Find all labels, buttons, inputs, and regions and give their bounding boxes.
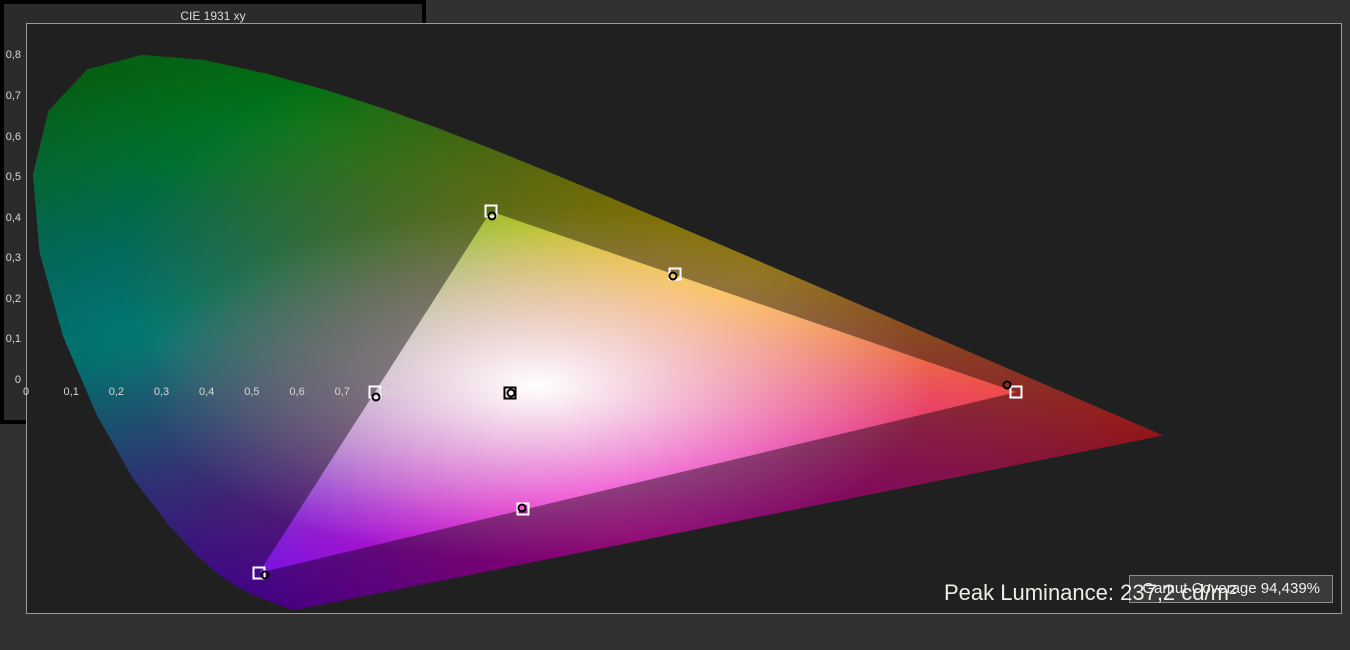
- cie-measured-marker-yellow: [669, 272, 678, 281]
- cie-y-tick-label: 0,5: [0, 171, 21, 183]
- cie-x-tick-label: 0,1: [64, 386, 79, 398]
- post-calibration-view-page: Post Calibration View Goal: Pre-calibrat…: [0, 0, 1350, 650]
- cie-1931-panel: CIE 1931 xy Gamut Coverage 94,439% 00,10…: [0, 0, 426, 424]
- cie-x-tick-label: 0,3: [154, 386, 169, 398]
- cie-y-tick-label: 0,6: [0, 131, 21, 143]
- cie-y-tick-label: 0,3: [0, 252, 21, 264]
- cie-measured-marker-red: [1003, 381, 1012, 390]
- peak-luminance-readout: Peak Luminance: 237,2 cd/m²: [944, 580, 1236, 606]
- cie-x-tick-label: 0,4: [199, 386, 214, 398]
- cie-measured-marker-white: [506, 389, 515, 398]
- cie-x-tick-label: 0,2: [109, 386, 124, 398]
- cie-chart-title: CIE 1931 xy: [4, 4, 422, 25]
- cie-y-tick-label: 0,4: [0, 212, 21, 224]
- cie-target-marker-red: [1010, 386, 1023, 399]
- cie-x-tick-label: 0,8: [380, 386, 395, 398]
- cie-y-tick-label: 0,7: [0, 90, 21, 102]
- cie-y-tick-label: 0,2: [0, 293, 21, 305]
- cie-x-tick-label: 0,7: [335, 386, 350, 398]
- cie-y-tick-label: 0: [0, 374, 21, 386]
- cie-plot-area: Gamut Coverage 94,439%: [26, 23, 1342, 614]
- cie-x-tick-label: 0,6: [289, 386, 304, 398]
- cie-y-tick-label: 0,1: [0, 333, 21, 345]
- cie-chromaticity-diagram: [27, 24, 1341, 613]
- cie-measured-marker-green: [488, 212, 497, 221]
- cie-measured-marker-magenta: [517, 503, 526, 512]
- cie-x-tick-label: 0: [23, 386, 29, 398]
- cie-y-tick-label: 0,8: [0, 49, 21, 61]
- cie-measured-marker-blue: [261, 570, 270, 579]
- cie-x-tick-label: 0,5: [244, 386, 259, 398]
